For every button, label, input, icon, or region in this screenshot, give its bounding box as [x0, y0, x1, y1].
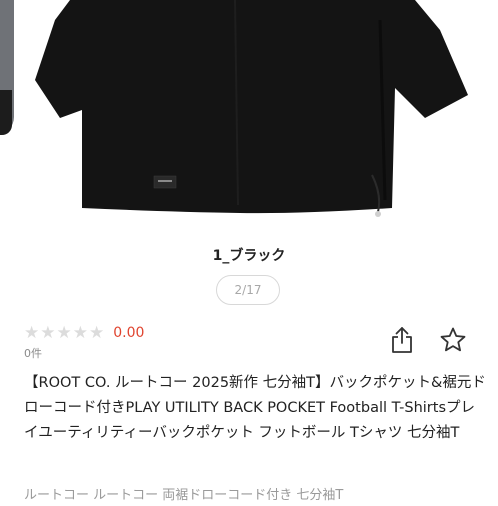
product-description-preview: ルートコー ルートコー 両裾ドローコード付き 七分袖T — [24, 488, 344, 503]
variant-label: 1_ブラック — [212, 248, 286, 264]
share-icon — [392, 327, 412, 353]
star-icon: ★ — [40, 322, 56, 343]
star-outline-icon — [440, 327, 466, 352]
favorite-button[interactable] — [439, 326, 467, 354]
star-icon: ★ — [89, 322, 105, 343]
star-icon: ★ — [24, 322, 40, 343]
image-pager: 2/17 — [216, 275, 280, 305]
review-count[interactable]: 0件 — [24, 345, 42, 361]
t-shirt-photo — [35, 0, 468, 217]
product-image[interactable] — [0, 0, 498, 232]
product-title: 【ROOT CO. ルートコー 2025新作 七分袖T】バックポケット&裾元ドロ… — [24, 375, 486, 441]
star-icon: ★ — [56, 322, 72, 343]
rating: ★ ★ ★ ★ ★ 0.00 — [24, 323, 144, 343]
star-icon: ★ — [72, 322, 88, 343]
rating-score: 0.00 — [113, 325, 145, 341]
share-button[interactable] — [390, 326, 414, 354]
